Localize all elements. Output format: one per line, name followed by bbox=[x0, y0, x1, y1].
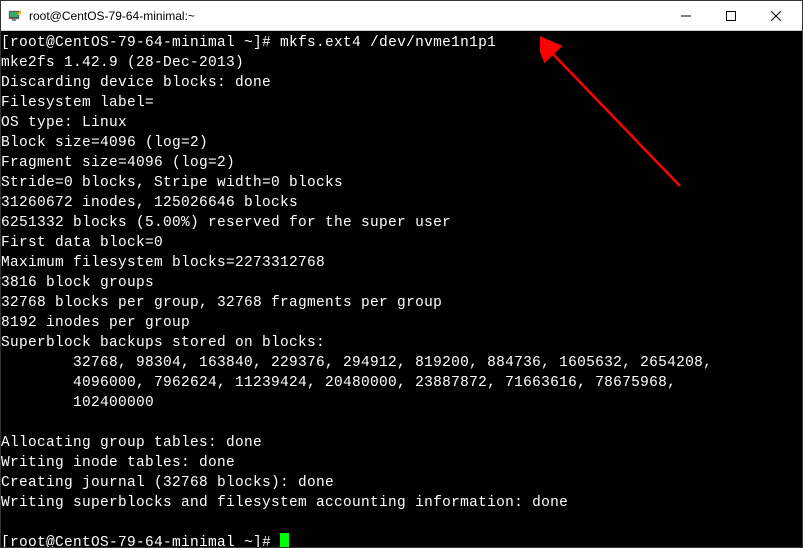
terminal-cursor bbox=[280, 533, 289, 547]
window-controls bbox=[663, 1, 798, 30]
output-line: 31260672 inodes, 125026646 blocks bbox=[1, 195, 298, 211]
minimize-button[interactable] bbox=[663, 1, 708, 30]
titlebar[interactable]: root@CentOS-79-64-minimal:~ bbox=[1, 1, 802, 31]
maximize-button[interactable] bbox=[708, 1, 753, 30]
output-line: Block size=4096 (log=2) bbox=[1, 135, 208, 151]
output-line: Discarding device blocks: done bbox=[1, 75, 271, 91]
output-line: 6251332 blocks (5.00%) reserved for the … bbox=[1, 215, 451, 231]
output-line: Writing superblocks and filesystem accou… bbox=[1, 495, 568, 511]
terminal-content[interactable]: [root@CentOS-79-64-minimal ~]# mkfs.ext4… bbox=[1, 31, 802, 547]
output-line: Creating journal (32768 blocks): done bbox=[1, 475, 334, 491]
output-line: 32768 blocks per group, 32768 fragments … bbox=[1, 295, 442, 311]
terminal-window: root@CentOS-79-64-minimal:~ [root@CentOS… bbox=[0, 0, 803, 548]
output-line: 8192 inodes per group bbox=[1, 315, 190, 331]
output-line: 4096000, 7962624, 11239424, 20480000, 23… bbox=[1, 375, 676, 391]
output-line: 3816 block groups bbox=[1, 275, 154, 291]
output-line: First data block=0 bbox=[1, 235, 163, 251]
output-line: Writing inode tables: done bbox=[1, 455, 235, 471]
output-line: 102400000 bbox=[1, 395, 154, 411]
output-line: 32768, 98304, 163840, 229376, 294912, 81… bbox=[1, 355, 712, 371]
output-line: Filesystem label= bbox=[1, 95, 154, 111]
close-button[interactable] bbox=[753, 1, 798, 30]
output-line: Allocating group tables: done bbox=[1, 435, 262, 451]
output-line: Fragment size=4096 (log=2) bbox=[1, 155, 235, 171]
shell-prompt: [root@CentOS-79-64-minimal ~]# bbox=[1, 35, 280, 51]
output-line: Maximum filesystem blocks=2273312768 bbox=[1, 255, 325, 271]
shell-prompt: [root@CentOS-79-64-minimal ~]# bbox=[1, 535, 280, 547]
putty-icon bbox=[7, 8, 23, 24]
command-text: mkfs.ext4 /dev/nvme1n1p1 bbox=[280, 35, 496, 51]
output-line: Superblock backups stored on blocks: bbox=[1, 335, 325, 351]
output-line: OS type: Linux bbox=[1, 115, 127, 131]
output-line: mke2fs 1.42.9 (28-Dec-2013) bbox=[1, 55, 244, 71]
window-title: root@CentOS-79-64-minimal:~ bbox=[29, 9, 663, 23]
output-line: Stride=0 blocks, Stripe width=0 blocks bbox=[1, 175, 343, 191]
